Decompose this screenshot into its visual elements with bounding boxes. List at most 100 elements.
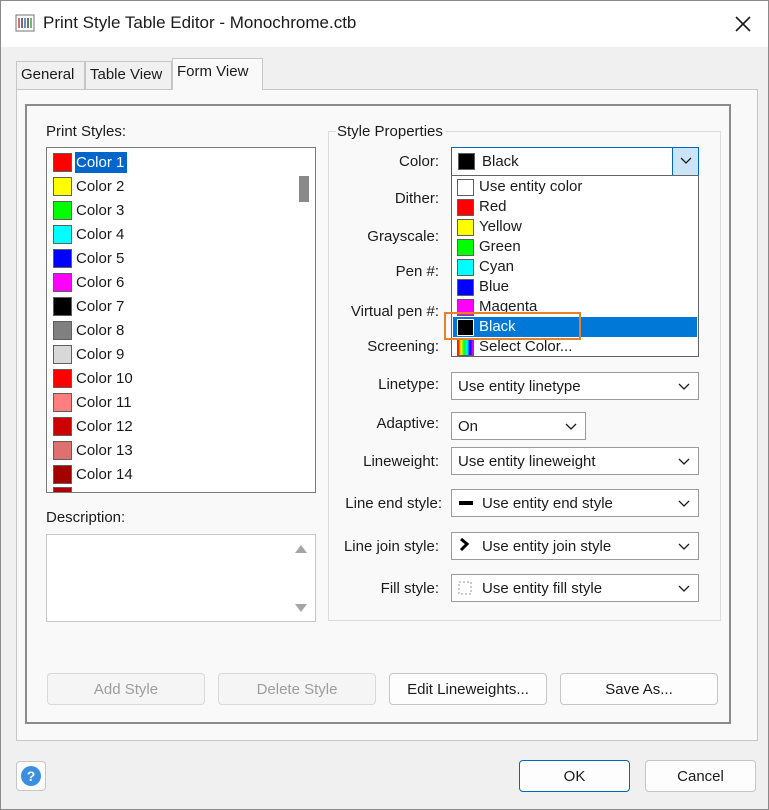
line-end-style-select[interactable]: Use entity end style (451, 489, 699, 517)
color-swatch (457, 319, 474, 336)
color-option-label: Green (479, 238, 521, 255)
print-style-item[interactable]: Color 6 (53, 271, 283, 293)
line-end-style-value: Use entity end style (482, 495, 613, 512)
print-style-item[interactable]: Color 4 (53, 223, 283, 245)
color-swatch (53, 487, 72, 492)
close-icon (735, 16, 751, 32)
print-style-label: Color 8 (76, 322, 125, 339)
color-option[interactable]: Red (453, 197, 697, 217)
fill-style-select[interactable]: Use entity fill style (451, 574, 699, 602)
print-style-item[interactable]: Color 12 (53, 415, 283, 437)
tab-table-view[interactable]: Table View (85, 61, 172, 89)
edit-lineweights-button[interactable]: Edit Lineweights... (389, 673, 547, 705)
close-button[interactable] (729, 10, 757, 38)
print-style-item[interactable]: Color 14 (53, 463, 283, 485)
color-swatch (53, 417, 72, 436)
color-option[interactable]: Green (453, 237, 697, 257)
line-join-style-label: Line join style: (343, 538, 439, 555)
print-style-item[interactable]: Color 13 (53, 439, 283, 461)
linetype-select[interactable]: Use entity linetype (451, 372, 699, 400)
print-style-item[interactable]: Color 1 (53, 151, 283, 174)
color-select[interactable]: Black (451, 147, 699, 176)
fill-style-label: Fill style: (380, 580, 439, 597)
color-select-value: Black (482, 153, 519, 170)
print-style-label: Color 10 (76, 370, 133, 387)
print-style-item[interactable]: Color 7 (53, 295, 283, 317)
color-option[interactable]: Cyan (453, 257, 697, 277)
lineweight-select[interactable]: Use entity lineweight (451, 447, 699, 475)
description-label: Description: (46, 509, 126, 526)
color-swatch (53, 249, 72, 268)
print-style-label: Color 6 (76, 274, 125, 291)
color-option[interactable]: Blue (453, 277, 697, 297)
color-swatch (53, 465, 72, 484)
color-swatch (457, 299, 474, 316)
tab-form-view[interactable]: Form View (172, 58, 263, 90)
print-style-label: Color 2 (76, 178, 125, 195)
line-end-style-label: Line end style: (345, 495, 442, 512)
line-join-style-value: Use entity join style (482, 538, 612, 555)
color-swatch (53, 273, 72, 292)
color-swatch (53, 225, 72, 244)
color-option[interactable]: Magenta (453, 297, 697, 317)
print-style-label: Color 14 (76, 466, 133, 483)
chevron-down-icon (678, 458, 690, 465)
color-dropdown-button[interactable] (672, 148, 698, 175)
print-style-item[interactable]: Color 9 (53, 343, 283, 365)
color-option[interactable]: Yellow (453, 217, 697, 237)
chevron-down-icon (565, 423, 577, 430)
title-bar: Print Style Table Editor - Monochrome.ct… (1, 1, 768, 47)
description-textarea[interactable] (46, 534, 316, 622)
color-picker-icon (457, 339, 474, 356)
chevron-down-icon (678, 500, 690, 507)
color-option-label: Red (479, 198, 507, 215)
print-style-item[interactable]: Color 2 (53, 175, 283, 197)
adaptive-select[interactable]: On (451, 412, 586, 440)
ok-button[interactable]: OK (519, 760, 630, 792)
line-join-style-select[interactable]: Use entity join style (451, 532, 699, 560)
print-styles-label: Print Styles: (46, 123, 127, 140)
color-dropdown-list[interactable]: Use entity color Red Yellow Green Cyan Blue Ma… (451, 175, 699, 357)
help-button[interactable]: ? (16, 761, 46, 791)
color-option[interactable]: Select Color... (453, 337, 697, 357)
color-swatch (53, 177, 72, 196)
color-swatch (53, 321, 72, 340)
chevron-down-icon (678, 383, 690, 390)
virtual-pen-label: Virtual pen #: (350, 303, 439, 320)
cancel-button[interactable]: Cancel (645, 760, 756, 792)
color-swatch (457, 279, 474, 296)
print-style-item[interactable]: Color 5 (53, 247, 283, 269)
color-option-label: Black (479, 318, 516, 335)
grayscale-label: Grayscale: (367, 228, 439, 245)
print-style-label: Color 4 (76, 226, 125, 243)
dither-label: Dither: (394, 190, 439, 207)
tab-general[interactable]: General (16, 61, 85, 89)
print-style-item[interactable]: Color 8 (53, 319, 283, 341)
print-style-item[interactable]: Color 3 (53, 199, 283, 221)
print-styles-listbox[interactable]: Color 14 Color 13 Color 12 Color 11 Color 10… (46, 147, 316, 493)
add-style-button[interactable]: Add Style (47, 673, 205, 705)
color-option[interactable]: Use entity color (453, 177, 697, 197)
print-style-item[interactable]: Color 10 (53, 367, 283, 389)
line-join-style-icon (459, 538, 470, 552)
color-label: Color: (398, 153, 439, 170)
chevron-down-icon (678, 543, 690, 550)
color-option-label: Blue (479, 278, 510, 295)
print-style-label: Color 3 (76, 202, 125, 219)
print-style-item[interactable]: Color 11 (53, 391, 283, 413)
delete-style-button[interactable]: Delete Style (218, 673, 376, 705)
print-style-label: Color 1 (73, 151, 129, 174)
color-option-label: Select Color... (479, 338, 573, 355)
color-option-label: Use entity color (479, 178, 583, 195)
scroll-down-arrow-icon[interactable] (295, 604, 307, 612)
color-option[interactable]: Black (453, 317, 697, 337)
color-swatch (457, 199, 474, 216)
adaptive-select-value: On (458, 418, 479, 435)
window-title: Print Style Table Editor - Monochrome.ct… (43, 13, 357, 32)
lineweight-select-value: Use entity lineweight (458, 453, 596, 470)
color-swatch (53, 153, 72, 172)
lineweight-label: Lineweight: (363, 453, 439, 470)
help-icon: ? (21, 766, 41, 786)
color-swatch (458, 153, 475, 170)
save-as-button[interactable]: Save As... (560, 673, 718, 705)
